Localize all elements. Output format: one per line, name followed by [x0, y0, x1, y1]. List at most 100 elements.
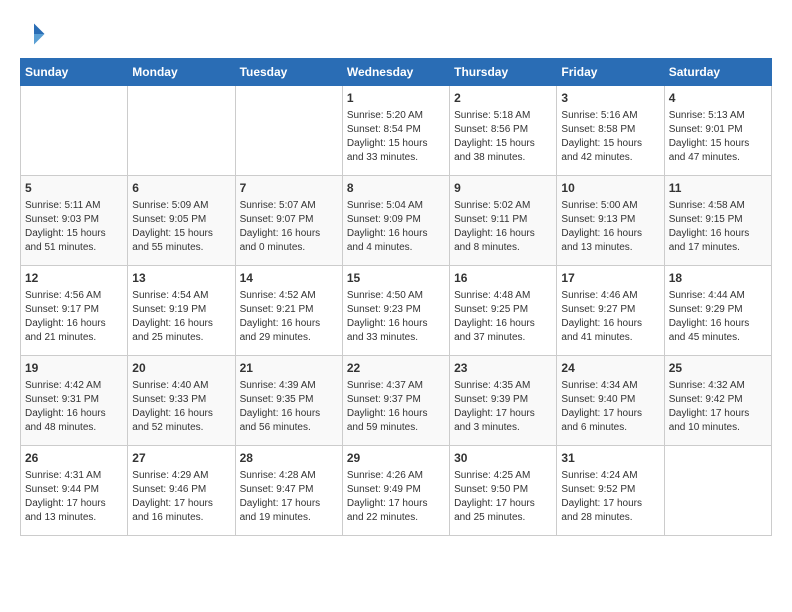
- calendar-cell: 21 Sunrise: 4:39 AM Sunset: 9:35 PM Dayli…: [235, 356, 342, 446]
- day-number: 30: [454, 450, 552, 467]
- day-number: 1: [347, 90, 445, 107]
- day-number: 18: [669, 270, 767, 287]
- day-info: Sunrise: 5:18 AM Sunset: 8:56 PM Dayligh…: [454, 109, 552, 165]
- calendar-table: SundayMondayTuesdayWednesdayThursdayFrid…: [20, 58, 772, 536]
- day-number: 21: [240, 360, 338, 377]
- day-info: Sunrise: 4:56 AM Sunset: 9:17 PM Dayligh…: [25, 289, 123, 345]
- calendar-week-row: 19 Sunrise: 4:42 AM Sunset: 9:31 PM Dayli…: [21, 356, 772, 446]
- day-number: 3: [561, 90, 659, 107]
- day-info: Sunrise: 4:29 AM Sunset: 9:46 PM Dayligh…: [132, 469, 230, 525]
- calendar-cell: 30Sunrise: 4:25 AM Sunset: 9:50 PM Dayli…: [450, 446, 557, 536]
- day-number: 19: [25, 360, 123, 377]
- day-number: 5: [25, 180, 123, 197]
- logo-icon: [20, 20, 48, 48]
- calendar-cell: 18 Sunrise: 4:44 AM Sunset: 9:29 PM Dayli…: [664, 266, 771, 356]
- weekday-header-friday: Friday: [557, 59, 664, 86]
- day-number: 6: [132, 180, 230, 197]
- calendar-week-row: 12Sunrise: 4:56 AM Sunset: 9:17 PM Dayli…: [21, 266, 772, 356]
- weekday-header-sunday: Sunday: [21, 59, 128, 86]
- day-info: Sunrise: 5:07 AM Sunset: 9:07 PM Dayligh…: [240, 199, 338, 255]
- calendar-cell: 6 Sunrise: 5:09 AM Sunset: 9:05 PM Daylig…: [128, 176, 235, 266]
- day-number: 25: [669, 360, 767, 377]
- calendar-cell: 16 Sunrise: 4:48 AM Sunset: 9:25 PM Dayli…: [450, 266, 557, 356]
- day-number: 27: [132, 450, 230, 467]
- calendar-cell: 11 Sunrise: 4:58 AM Sunset: 9:15 PM Dayli…: [664, 176, 771, 266]
- day-number: 24: [561, 360, 659, 377]
- day-info: Sunrise: 5:09 AM Sunset: 9:05 PM Dayligh…: [132, 199, 230, 255]
- calendar-cell: 9 Sunrise: 5:02 AM Sunset: 9:11 PM Daylig…: [450, 176, 557, 266]
- day-info: Sunrise: 4:54 AM Sunset: 9:19 PM Dayligh…: [132, 289, 230, 345]
- day-info: Sunrise: 4:31 AM Sunset: 9:44 PM Dayligh…: [25, 469, 123, 525]
- day-info: Sunrise: 5:02 AM Sunset: 9:11 PM Dayligh…: [454, 199, 552, 255]
- calendar-week-row: 5Sunrise: 5:11 AM Sunset: 9:03 PM Daylig…: [21, 176, 772, 266]
- calendar-body: 1 Sunrise: 5:20 AM Sunset: 8:54 PM Daylig…: [21, 86, 772, 536]
- calendar-cell: 17Sunrise: 4:46 AM Sunset: 9:27 PM Dayli…: [557, 266, 664, 356]
- day-number: 7: [240, 180, 338, 197]
- calendar-cell: 31Sunrise: 4:24 AM Sunset: 9:52 PM Dayli…: [557, 446, 664, 536]
- calendar-cell: [664, 446, 771, 536]
- day-number: 26: [25, 450, 123, 467]
- weekday-header-wednesday: Wednesday: [342, 59, 449, 86]
- calendar-cell: 13 Sunrise: 4:54 AM Sunset: 9:19 PM Dayli…: [128, 266, 235, 356]
- day-number: 31: [561, 450, 659, 467]
- calendar-week-row: 26 Sunrise: 4:31 AM Sunset: 9:44 PM Dayli…: [21, 446, 772, 536]
- calendar-cell: 1 Sunrise: 5:20 AM Sunset: 8:54 PM Daylig…: [342, 86, 449, 176]
- calendar-cell: 26 Sunrise: 4:31 AM Sunset: 9:44 PM Dayli…: [21, 446, 128, 536]
- calendar-cell: 2 Sunrise: 5:18 AM Sunset: 8:56 PM Daylig…: [450, 86, 557, 176]
- day-number: 28: [240, 450, 338, 467]
- day-info: Sunrise: 4:44 AM Sunset: 9:29 PM Dayligh…: [669, 289, 767, 345]
- calendar-cell: 22 Sunrise: 4:37 AM Sunset: 9:37 PM Dayli…: [342, 356, 449, 446]
- day-info: Sunrise: 4:35 AM Sunset: 9:39 PM Dayligh…: [454, 379, 552, 435]
- calendar-cell: 14 Sunrise: 4:52 AM Sunset: 9:21 PM Dayli…: [235, 266, 342, 356]
- calendar-week-row: 1 Sunrise: 5:20 AM Sunset: 8:54 PM Daylig…: [21, 86, 772, 176]
- calendar-cell: 15 Sunrise: 4:50 AM Sunset: 9:23 PM Dayli…: [342, 266, 449, 356]
- day-number: 20: [132, 360, 230, 377]
- day-number: 22: [347, 360, 445, 377]
- day-number: 14: [240, 270, 338, 287]
- calendar-cell: 27 Sunrise: 4:29 AM Sunset: 9:46 PM Dayli…: [128, 446, 235, 536]
- day-info: Sunrise: 4:42 AM Sunset: 9:31 PM Dayligh…: [25, 379, 123, 435]
- day-info: Sunrise: 4:32 AM Sunset: 9:42 PM Dayligh…: [669, 379, 767, 435]
- page-header: [20, 20, 772, 48]
- weekday-header-thursday: Thursday: [450, 59, 557, 86]
- day-number: 2: [454, 90, 552, 107]
- day-info: Sunrise: 4:46 AM Sunset: 9:27 PM Dayligh…: [561, 289, 659, 345]
- calendar-cell: 7 Sunrise: 5:07 AM Sunset: 9:07 PM Daylig…: [235, 176, 342, 266]
- day-info: Sunrise: 5:13 AM Sunset: 9:01 PM Dayligh…: [669, 109, 767, 165]
- calendar-cell: 12Sunrise: 4:56 AM Sunset: 9:17 PM Dayli…: [21, 266, 128, 356]
- logo: [20, 20, 52, 48]
- day-info: Sunrise: 4:39 AM Sunset: 9:35 PM Dayligh…: [240, 379, 338, 435]
- calendar-cell: 23 Sunrise: 4:35 AM Sunset: 9:39 PM Dayli…: [450, 356, 557, 446]
- day-number: 10: [561, 180, 659, 197]
- day-number: 11: [669, 180, 767, 197]
- day-number: 29: [347, 450, 445, 467]
- calendar-cell: [128, 86, 235, 176]
- day-number: 16: [454, 270, 552, 287]
- weekday-header-saturday: Saturday: [664, 59, 771, 86]
- day-info: Sunrise: 4:58 AM Sunset: 9:15 PM Dayligh…: [669, 199, 767, 255]
- calendar-cell: [235, 86, 342, 176]
- day-number: 15: [347, 270, 445, 287]
- day-info: Sunrise: 4:48 AM Sunset: 9:25 PM Dayligh…: [454, 289, 552, 345]
- calendar-cell: [21, 86, 128, 176]
- day-info: Sunrise: 5:20 AM Sunset: 8:54 PM Dayligh…: [347, 109, 445, 165]
- calendar-cell: 8Sunrise: 5:04 AM Sunset: 9:09 PM Daylig…: [342, 176, 449, 266]
- day-number: 13: [132, 270, 230, 287]
- day-info: Sunrise: 4:37 AM Sunset: 9:37 PM Dayligh…: [347, 379, 445, 435]
- day-number: 9: [454, 180, 552, 197]
- weekday-header-row: SundayMondayTuesdayWednesdayThursdayFrid…: [21, 59, 772, 86]
- day-number: 23: [454, 360, 552, 377]
- calendar-cell: 4 Sunrise: 5:13 AM Sunset: 9:01 PM Daylig…: [664, 86, 771, 176]
- calendar-cell: 29 Sunrise: 4:26 AM Sunset: 9:49 PM Dayli…: [342, 446, 449, 536]
- day-number: 4: [669, 90, 767, 107]
- day-info: Sunrise: 4:28 AM Sunset: 9:47 PM Dayligh…: [240, 469, 338, 525]
- calendar-cell: 5Sunrise: 5:11 AM Sunset: 9:03 PM Daylig…: [21, 176, 128, 266]
- day-info: Sunrise: 4:34 AM Sunset: 9:40 PM Dayligh…: [561, 379, 659, 435]
- calendar-cell: 28 Sunrise: 4:28 AM Sunset: 9:47 PM Dayli…: [235, 446, 342, 536]
- day-info: Sunrise: 4:52 AM Sunset: 9:21 PM Dayligh…: [240, 289, 338, 345]
- day-info: Sunrise: 5:00 AM Sunset: 9:13 PM Dayligh…: [561, 199, 659, 255]
- calendar-cell: 25 Sunrise: 4:32 AM Sunset: 9:42 PM Dayli…: [664, 356, 771, 446]
- day-info: Sunrise: 4:50 AM Sunset: 9:23 PM Dayligh…: [347, 289, 445, 345]
- day-info: Sunrise: 4:26 AM Sunset: 9:49 PM Dayligh…: [347, 469, 445, 525]
- day-info: Sunrise: 5:16 AM Sunset: 8:58 PM Dayligh…: [561, 109, 659, 165]
